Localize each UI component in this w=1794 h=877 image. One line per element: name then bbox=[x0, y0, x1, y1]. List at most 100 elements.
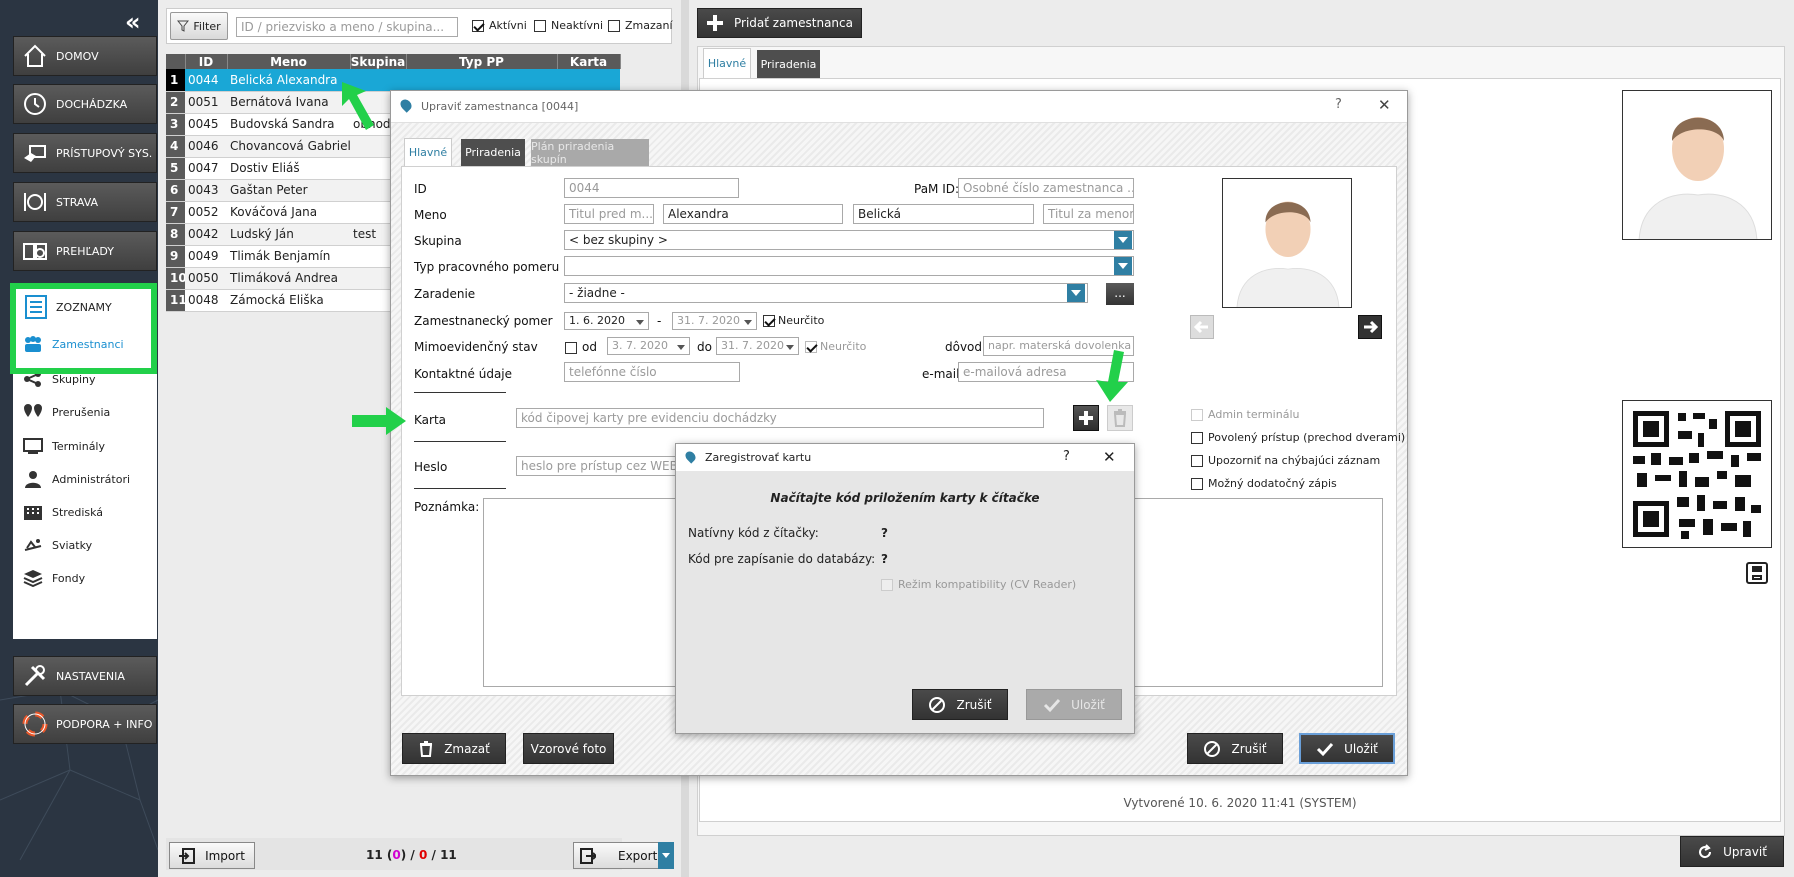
cell-type bbox=[406, 69, 557, 92]
offrecord-indefinite-checkbox[interactable]: Neurčito bbox=[805, 340, 866, 353]
column-header-name[interactable]: Meno bbox=[227, 54, 351, 69]
admin-terminal-checkbox[interactable]: Admin terminálu bbox=[1191, 408, 1299, 421]
dialog-tab-assign[interactable]: Priradenia bbox=[461, 139, 525, 166]
chevron-down-icon[interactable] bbox=[1114, 257, 1132, 275]
cell-id: 0043 bbox=[185, 179, 227, 202]
help-button[interactable]: ? bbox=[1335, 97, 1342, 112]
title-before-field[interactable]: Titul pred m... bbox=[564, 204, 654, 224]
extra-write-checkbox[interactable]: Možný dodatočný zápis bbox=[1191, 477, 1337, 490]
search-input[interactable]: ID / priezvisko a meno / skupina... bbox=[236, 17, 458, 37]
pointer-arrow-icon bbox=[352, 407, 406, 435]
phone-field[interactable]: telefónne číslo bbox=[564, 362, 740, 382]
chevron-down-icon[interactable] bbox=[1067, 284, 1085, 302]
checkbox[interactable] bbox=[1191, 431, 1203, 444]
sub-prerusenia[interactable]: Prerušenia bbox=[13, 395, 157, 429]
password-field[interactable]: heslo pre prístup cez WEB ro bbox=[516, 456, 676, 476]
nav-dochadzka[interactable]: DOCHÁDZKA bbox=[13, 84, 157, 124]
previous-photo-button[interactable] bbox=[1190, 315, 1214, 339]
assign-more-button[interactable]: ... bbox=[1106, 283, 1134, 305]
employment-from[interactable]: 1. 6. 2020 bbox=[564, 312, 649, 330]
collapse-sidebar-button[interactable]: « bbox=[125, 8, 141, 36]
tab-main[interactable]: Hlavné bbox=[703, 48, 751, 78]
title-after-field[interactable]: Titul za menom bbox=[1043, 204, 1134, 224]
checkbox[interactable] bbox=[534, 19, 546, 32]
help-button[interactable]: ? bbox=[1063, 449, 1070, 464]
close-button[interactable]: ✕ bbox=[1103, 448, 1116, 466]
deleted-checkbox[interactable]: Zmazaní bbox=[608, 19, 673, 32]
nav-podpora[interactable]: PODPORA + INFO bbox=[13, 704, 157, 744]
column-header-type[interactable]: Typ PP bbox=[406, 54, 558, 69]
card-field[interactable]: kód čipovej karty pre evidenciu dochádzk… bbox=[516, 408, 1044, 428]
checkbox[interactable] bbox=[608, 19, 620, 32]
email-label: e-mail bbox=[922, 367, 960, 381]
assign-select[interactable]: - žiadne - bbox=[564, 283, 1088, 303]
indefinite-checkbox[interactable]: Neurčito bbox=[763, 314, 824, 327]
arrow-left-icon bbox=[1193, 320, 1208, 334]
group-select[interactable]: < bez skupiny > bbox=[564, 230, 1134, 250]
checkbox[interactable] bbox=[1191, 477, 1203, 490]
chevron-down-icon[interactable] bbox=[1114, 231, 1132, 249]
offrecord-to[interactable]: 31. 7. 2020 bbox=[716, 337, 799, 355]
sub-label: Skupiny bbox=[52, 372, 96, 386]
delete-employee-button[interactable]: Zmazať bbox=[402, 733, 506, 764]
nav-domov[interactable]: DOMOV bbox=[13, 36, 157, 76]
column-header-card[interactable]: Karta bbox=[557, 54, 621, 69]
sample-photo-button[interactable]: Vzorové foto bbox=[523, 733, 614, 764]
first-name-field[interactable]: Alexandra bbox=[663, 204, 843, 224]
checkbox[interactable] bbox=[1191, 408, 1203, 421]
column-header-id[interactable]: ID bbox=[185, 54, 228, 69]
type-select[interactable] bbox=[564, 256, 1134, 276]
sidebar: « DOMOV DOCHÁDZKA PRÍSTUPOVÝ SYS. STRAVA… bbox=[0, 0, 158, 877]
checkbox[interactable] bbox=[881, 578, 893, 591]
nav-prehlady[interactable]: PREHĽADY bbox=[13, 231, 157, 271]
offrecord-checkbox[interactable] bbox=[565, 341, 577, 354]
edit-button[interactable]: Upraviť bbox=[1680, 836, 1784, 867]
next-photo-button[interactable] bbox=[1358, 315, 1382, 339]
warn-missing-checkbox[interactable]: Upozorniť na chýbajúci záznam bbox=[1191, 454, 1380, 467]
nav-strava[interactable]: STRAVA bbox=[13, 182, 157, 222]
sub-terminaly[interactable]: Terminály bbox=[13, 429, 157, 463]
checkbox[interactable] bbox=[763, 314, 775, 327]
filter-button[interactable]: Filter bbox=[170, 12, 228, 40]
sub-sviatky[interactable]: Sviatky bbox=[13, 528, 157, 562]
save-button[interactable]: Uložiť bbox=[1299, 733, 1395, 764]
cancel-button[interactable]: Zrušiť bbox=[1187, 733, 1283, 764]
compat-checkbox[interactable]: Režim kompatibility (CV Reader) bbox=[881, 578, 1076, 591]
dialog-titlebar: Upraviť zamestnanca [0044] ? ✕ bbox=[391, 91, 1407, 123]
checkbox-label: Aktívni bbox=[489, 19, 527, 32]
checkbox[interactable] bbox=[472, 19, 484, 32]
last-name-field[interactable]: Belická bbox=[853, 204, 1034, 224]
card-cancel-button[interactable]: Zrušiť bbox=[912, 689, 1008, 720]
offrecord-from[interactable]: 3. 7. 2020 bbox=[607, 337, 690, 355]
add-employee-button[interactable]: Pridať zamestnanca bbox=[697, 8, 862, 38]
card-save-button[interactable]: Uložiť bbox=[1026, 689, 1122, 720]
sub-strediska[interactable]: Strediská bbox=[13, 495, 157, 529]
dialog-tab-main[interactable]: Hlavné bbox=[404, 138, 452, 166]
save-photo-icon[interactable] bbox=[1746, 562, 1768, 584]
tab-assign[interactable]: Priradenia bbox=[757, 50, 820, 78]
dialog-tab-plan[interactable]: Plán priradenia skupín bbox=[531, 139, 649, 166]
sub-administratori[interactable]: Administrátori bbox=[13, 462, 157, 496]
employment-to[interactable]: 31. 7. 2020 bbox=[672, 312, 757, 330]
column-header-group[interactable]: Skupina bbox=[350, 54, 407, 69]
pam-field[interactable]: Osobné číslo zamestnanca ... bbox=[958, 178, 1134, 198]
export-dropdown[interactable] bbox=[658, 842, 674, 869]
import-button[interactable]: Import bbox=[169, 842, 255, 869]
dialog-titlebar: Zaregistrovať kartu ? ✕ bbox=[676, 444, 1134, 471]
person-avatar-icon bbox=[1236, 201, 1340, 307]
close-button[interactable]: ✕ bbox=[1378, 96, 1391, 114]
active-checkbox[interactable]: Aktívni bbox=[472, 19, 527, 32]
nav-pristupovy[interactable]: PRÍSTUPOVÝ SYS. bbox=[13, 133, 157, 173]
delete-card-button[interactable] bbox=[1107, 405, 1133, 431]
checkbox[interactable] bbox=[1191, 454, 1203, 467]
sub-fondy[interactable]: Fondy bbox=[13, 561, 157, 595]
chevron-down-icon bbox=[662, 853, 670, 858]
add-card-button[interactable] bbox=[1073, 405, 1099, 431]
cell-name: Ludský Ján bbox=[227, 223, 350, 246]
inactive-checkbox[interactable]: Neaktívni bbox=[534, 19, 603, 32]
allowed-access-checkbox[interactable]: Povolený prístup (prechod dverami) bbox=[1191, 431, 1405, 444]
reports-icon bbox=[23, 243, 47, 260]
checkbox[interactable] bbox=[805, 340, 817, 353]
nav-nastavenia[interactable]: NASTAVENIA bbox=[13, 656, 157, 696]
table-row[interactable]: 1 0044 Belická Alexandra bbox=[166, 69, 620, 92]
